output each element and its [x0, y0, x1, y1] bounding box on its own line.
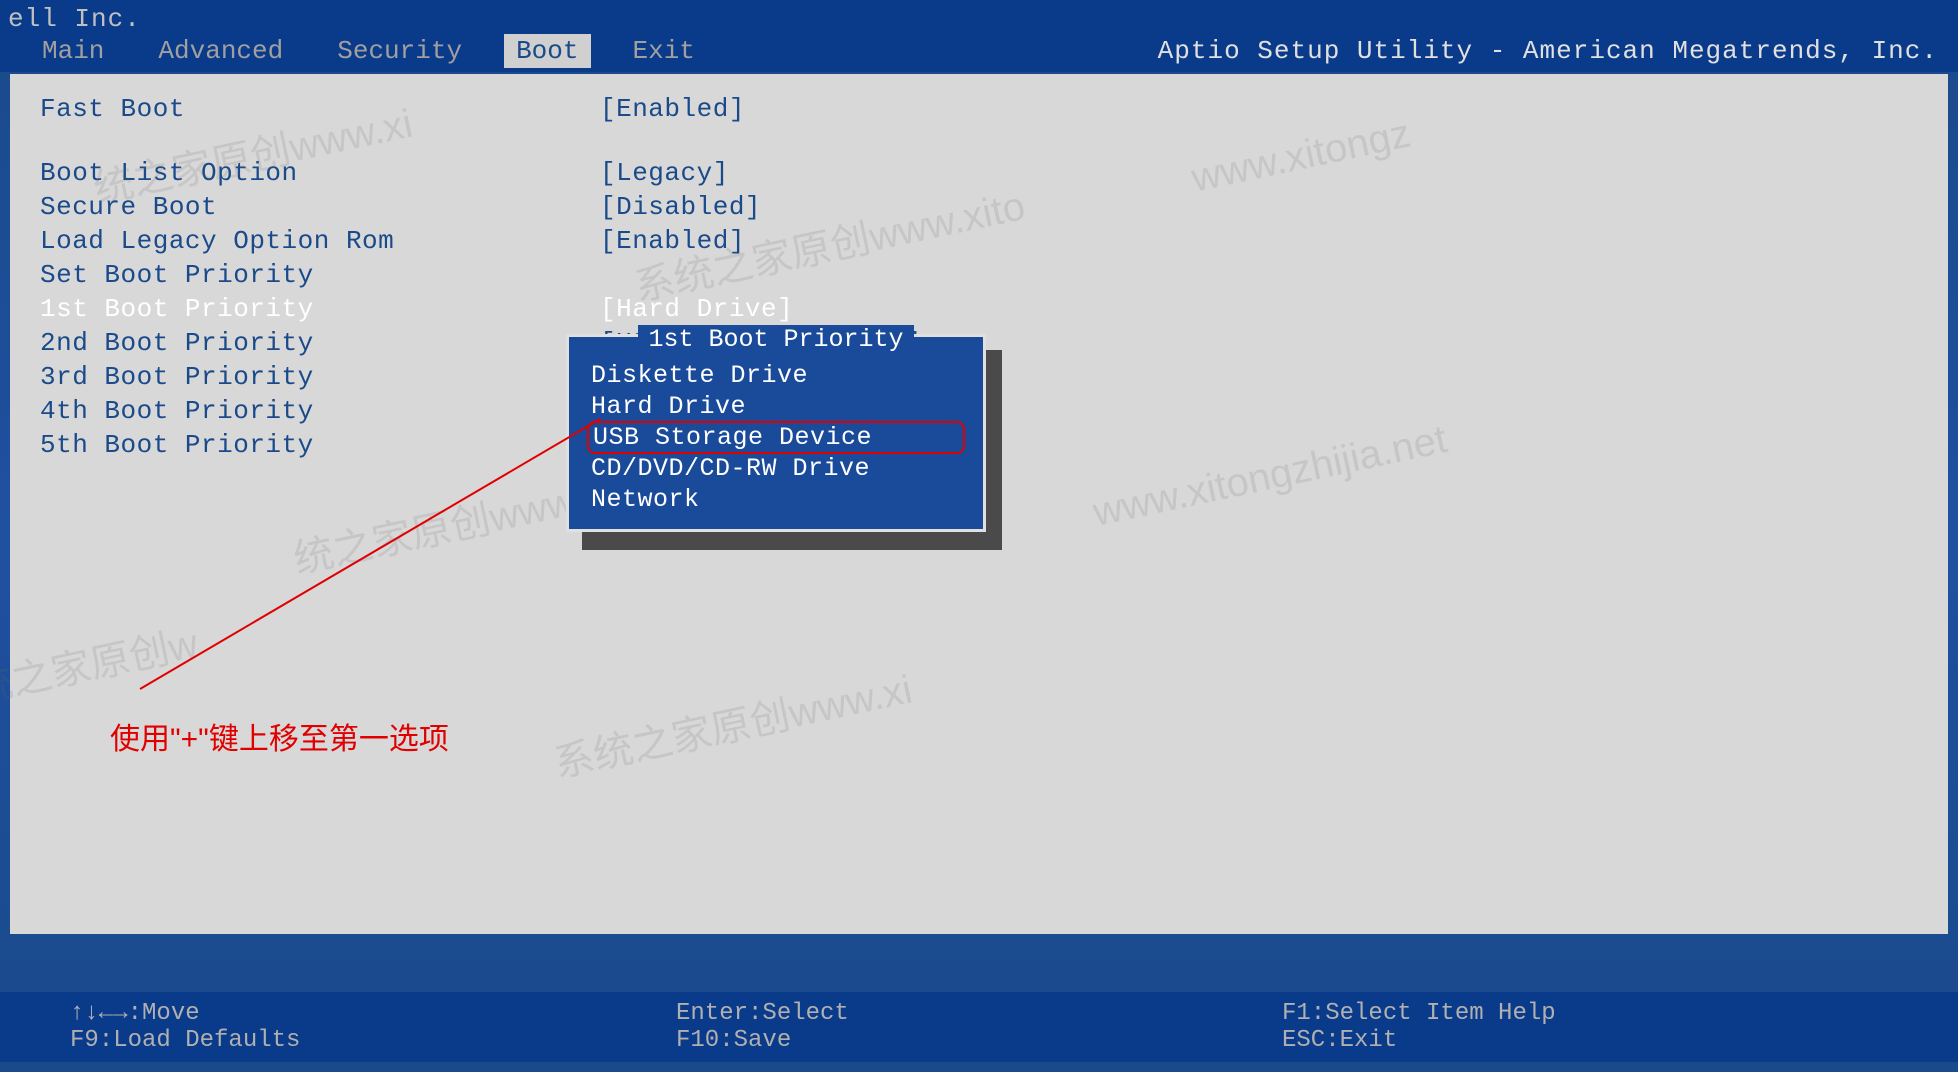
setting-label: Load Legacy Option Rom	[40, 226, 600, 256]
footer-f9: F9:Load Defaults	[70, 1027, 676, 1054]
watermark: wu	[0, 809, 5, 864]
watermark: 统之家原创w	[0, 611, 202, 715]
setting-value: [Enabled]	[600, 226, 745, 256]
popup-option-cddvd[interactable]: CD/DVD/CD-RW Drive	[587, 453, 965, 484]
tab-main[interactable]: Main	[30, 34, 116, 68]
setting-label: 5th Boot Priority	[40, 430, 600, 460]
setting-label: Secure Boot	[40, 192, 600, 222]
setting-1st-boot[interactable]: 1st Boot Priority [Hard Drive]	[40, 294, 1918, 324]
popup-option-diskette[interactable]: Diskette Drive	[587, 360, 965, 391]
setting-label: Boot List Option	[40, 158, 600, 188]
spacer	[40, 128, 1918, 158]
tab-exit[interactable]: Exit	[621, 34, 707, 68]
setting-label: 2nd Boot Priority	[40, 328, 600, 358]
header-bar: ell Inc. Main Advanced Security Boot Exi…	[0, 0, 1958, 72]
setting-label: Fast Boot	[40, 94, 600, 124]
popup-option-harddrive[interactable]: Hard Drive	[587, 391, 965, 422]
boot-priority-popup: 1st Boot Priority Diskette Drive Hard Dr…	[566, 334, 986, 532]
vendor-name: ell Inc.	[0, 4, 141, 34]
footer-f10: F10:Save	[676, 1027, 1282, 1054]
setting-legacy-rom[interactable]: Load Legacy Option Rom [Enabled]	[40, 226, 1918, 256]
setting-boot-list-option[interactable]: Boot List Option [Legacy]	[40, 158, 1918, 188]
menu-tabs: Main Advanced Security Boot Exit	[0, 34, 707, 68]
tab-boot[interactable]: Boot	[504, 34, 590, 68]
footer-enter: Enter:Select	[676, 1000, 1282, 1027]
setting-secure-boot[interactable]: Secure Boot [Disabled]	[40, 192, 1918, 222]
setting-label: 3rd Boot Priority	[40, 362, 600, 392]
bios-screen: ell Inc. Main Advanced Security Boot Exi…	[0, 0, 1958, 1072]
footer-bar: ↑↓←→:Move Enter:Select F1:Select Item He…	[0, 992, 1958, 1062]
annotation-text: 使用"+"键上移至第一选项	[110, 714, 449, 758]
setting-label: 4th Boot Priority	[40, 396, 600, 426]
popup-option-usb[interactable]: USB Storage Device	[587, 421, 965, 454]
setting-value: [Enabled]	[600, 94, 745, 124]
footer-esc: ESC:Exit	[1282, 1027, 1888, 1054]
setting-value: [Legacy]	[600, 158, 729, 188]
popup-title: 1st Boot Priority	[587, 325, 965, 354]
setting-value: [Hard Drive]	[600, 294, 793, 324]
tab-security[interactable]: Security	[325, 34, 474, 68]
footer-f1: F1:Select Item Help	[1282, 1000, 1888, 1027]
setting-label: 1st Boot Priority	[40, 294, 600, 324]
content-area: 统之家原创www.xi 系统之家原创www.xito www.xitongz 统…	[10, 74, 1948, 934]
watermark: 系统之家原创www.xi	[548, 657, 917, 790]
footer-move: ↑↓←→:Move	[70, 1000, 676, 1027]
setting-fast-boot[interactable]: Fast Boot [Enabled]	[40, 94, 1918, 124]
setting-label: Set Boot Priority	[40, 260, 600, 290]
setting-value: [Disabled]	[600, 192, 761, 222]
tab-advanced[interactable]: Advanced	[146, 34, 295, 68]
popup-option-network[interactable]: Network	[587, 484, 965, 515]
utility-title: Aptio Setup Utility - American Megatrend…	[1158, 36, 1958, 66]
setting-set-boot-priority[interactable]: Set Boot Priority	[40, 260, 1918, 290]
